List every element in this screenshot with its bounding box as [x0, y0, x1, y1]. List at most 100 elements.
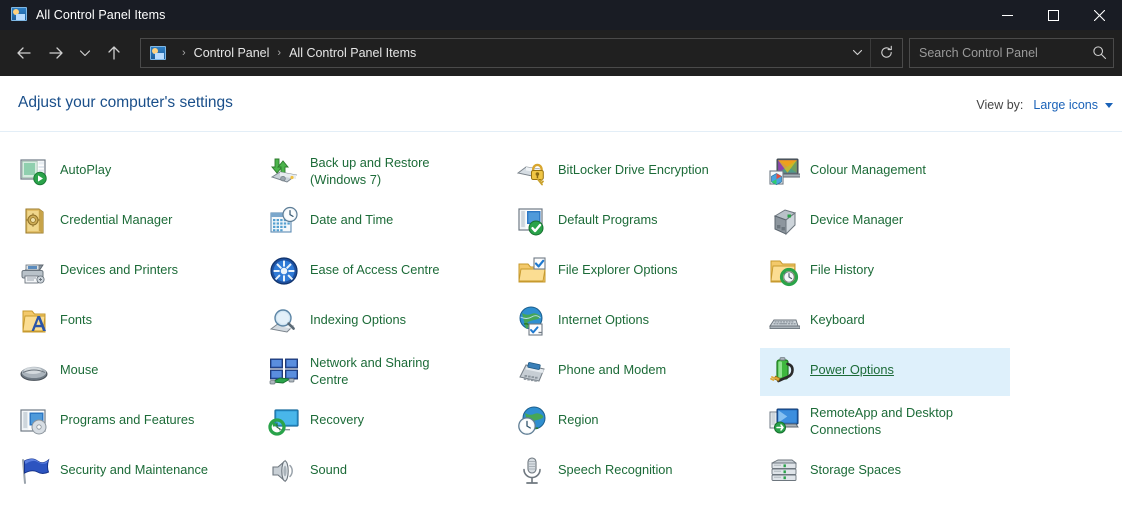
control-panel-item-label: Sound [310, 454, 347, 478]
backup-restore-icon [268, 155, 300, 187]
control-panel-item-label: Devices and Printers [60, 254, 178, 278]
control-panel-item[interactable]: RemoteApp and Desktop Connections [760, 398, 1010, 446]
control-panel-item-label: Security and Maintenance [60, 454, 208, 478]
control-panel-item-label: Programs and Features [60, 404, 194, 428]
colour-management-icon [768, 155, 800, 187]
control-panel-item-label: RemoteApp and Desktop Connections [810, 404, 953, 438]
view-by-chevron-down-icon[interactable] [1105, 103, 1113, 108]
network-sharing-icon [268, 355, 300, 387]
phone-and-modem-icon [516, 355, 548, 387]
control-panel-item-label: Credential Manager [60, 204, 172, 228]
region-icon [516, 405, 548, 437]
control-panel-item[interactable]: Internet Options [508, 298, 760, 346]
control-panel-icon [11, 7, 27, 23]
window-title: All Control Panel Items [36, 8, 165, 22]
power-options-icon [768, 355, 800, 387]
control-panel-item[interactable]: Mouse [10, 348, 260, 396]
content-header: Adjust your computer's settings View by:… [0, 76, 1122, 132]
address-control-panel-icon [150, 46, 166, 60]
forward-button[interactable] [40, 37, 72, 69]
control-panel-item-label: Storage Spaces [810, 454, 901, 478]
control-panel-item-label: Power Options [810, 354, 894, 378]
control-panel-item-label: Device Manager [810, 204, 903, 228]
control-panel-item[interactable]: Ease of Access Centre [260, 248, 508, 296]
control-panel-item[interactable]: Date and Time [260, 198, 508, 246]
control-panel-item[interactable]: Security and Maintenance [10, 448, 260, 496]
page-title: Adjust your computer's settings [18, 94, 233, 112]
control-panel-item[interactable]: Phone and Modem [508, 348, 760, 396]
search-icon[interactable] [1085, 45, 1113, 60]
control-panel-item-label: Indexing Options [310, 304, 406, 328]
control-panel-item[interactable]: Region [508, 398, 760, 446]
back-button[interactable] [8, 37, 40, 69]
control-panel-item[interactable]: File History [760, 248, 1010, 296]
recent-locations-chevron-down-icon[interactable] [72, 37, 98, 69]
control-panel-item[interactable]: Colour Management [760, 148, 1010, 196]
control-panel-item-label: AutoPlay [60, 154, 111, 178]
control-panel-item-label: Keyboard [810, 304, 865, 328]
content-area: Adjust your computer's settings View by:… [0, 76, 1122, 527]
devices-and-printers-icon [18, 255, 50, 287]
close-button[interactable] [1076, 0, 1122, 30]
control-panel-item[interactable]: AutoPlay [10, 148, 260, 196]
control-panel-item[interactable]: Fonts [10, 298, 260, 346]
search-input[interactable] [910, 46, 1085, 60]
control-panel-item-label: Network and Sharing Centre [310, 354, 430, 388]
control-panel-item-label: Speech Recognition [558, 454, 673, 478]
minimize-button[interactable] [984, 0, 1030, 30]
autoplay-icon [18, 155, 50, 187]
address-bar[interactable]: › Control Panel › All Control Panel Item… [140, 38, 903, 68]
search-box[interactable] [909, 38, 1114, 68]
date-and-time-icon [268, 205, 300, 237]
up-button[interactable] [98, 37, 130, 69]
security-and-maintenance-icon [18, 455, 50, 487]
maximize-button[interactable] [1030, 0, 1076, 30]
view-by-control: View by: Large icons [976, 98, 1113, 112]
control-panel-item-label: File History [810, 254, 874, 278]
control-panel-items-grid: AutoPlay Credential Manager Devices and … [0, 132, 1122, 142]
control-panel-item[interactable]: Indexing Options [260, 298, 508, 346]
control-panel-item[interactable]: Programs and Features [10, 398, 260, 446]
control-panel-item-label: File Explorer Options [558, 254, 677, 278]
control-panel-item-label: Date and Time [310, 204, 393, 228]
credential-manager-icon [18, 205, 50, 237]
address-dropdown-chevron-down-icon[interactable] [844, 39, 870, 67]
indexing-options-icon [268, 305, 300, 337]
control-panel-item[interactable]: Power Options [760, 348, 1010, 396]
device-manager-icon [768, 205, 800, 237]
bitlocker-icon [516, 155, 548, 187]
default-programs-icon [516, 205, 548, 237]
programs-and-features-icon [18, 405, 50, 437]
remoteapp-icon [768, 405, 800, 437]
refresh-button[interactable] [870, 39, 902, 67]
control-panel-item[interactable]: Devices and Printers [10, 248, 260, 296]
storage-spaces-icon [768, 455, 800, 487]
fonts-icon [18, 305, 50, 337]
view-by-value[interactable]: Large icons [1033, 98, 1098, 112]
breadcrumb-separator: › [182, 47, 186, 59]
recovery-icon [268, 405, 300, 437]
file-history-icon [768, 255, 800, 287]
breadcrumb-item-all-control-panel-items[interactable]: All Control Panel Items [289, 46, 416, 60]
control-panel-item[interactable]: BitLocker Drive Encryption [508, 148, 760, 196]
ease-of-access-icon [268, 255, 300, 287]
speech-recognition-icon [516, 455, 548, 487]
window-controls [984, 0, 1122, 30]
control-panel-item[interactable]: Device Manager [760, 198, 1010, 246]
breadcrumb-separator: › [277, 47, 281, 59]
control-panel-item[interactable]: File Explorer Options [508, 248, 760, 296]
control-panel-item[interactable]: Default Programs [508, 198, 760, 246]
control-panel-item[interactable]: Speech Recognition [508, 448, 760, 496]
control-panel-item-label: Default Programs [558, 204, 658, 228]
control-panel-item-label: Fonts [60, 304, 92, 328]
control-panel-item-label: Internet Options [558, 304, 649, 328]
control-panel-item[interactable]: Sound [260, 448, 508, 496]
control-panel-item[interactable]: Credential Manager [10, 198, 260, 246]
control-panel-item[interactable]: Keyboard [760, 298, 1010, 346]
control-panel-item-label: Colour Management [810, 154, 926, 178]
control-panel-item[interactable]: Recovery [260, 398, 508, 446]
control-panel-item[interactable]: Storage Spaces [760, 448, 1010, 496]
control-panel-item[interactable]: Back up and Restore (Windows 7) [260, 148, 508, 196]
control-panel-item[interactable]: Network and Sharing Centre [260, 348, 508, 396]
breadcrumb-item-control-panel[interactable]: Control Panel [194, 46, 270, 60]
